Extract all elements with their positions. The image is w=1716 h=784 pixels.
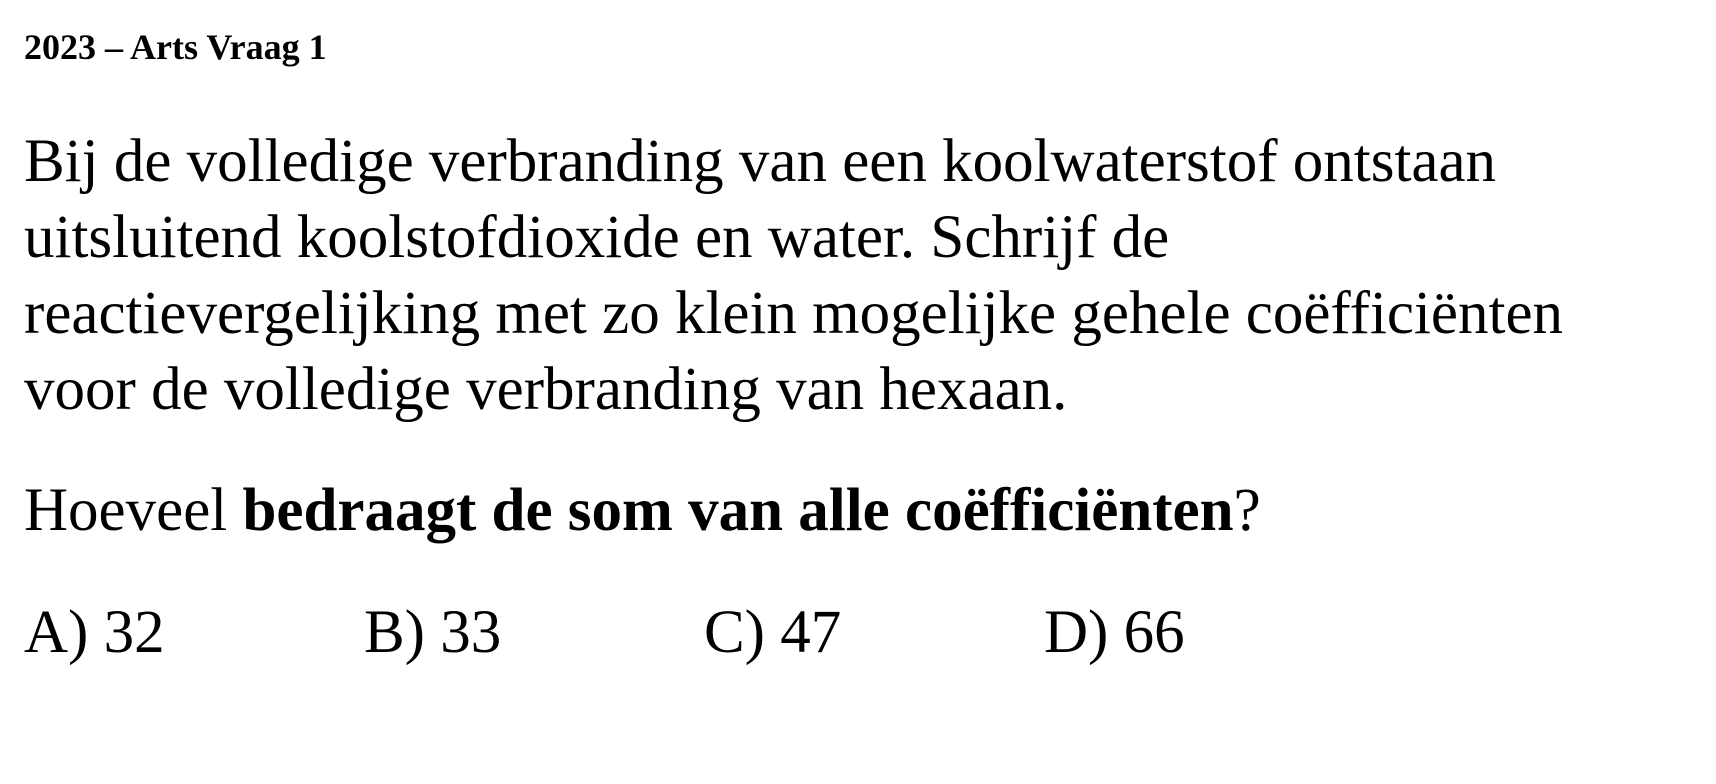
text-line: Bij de volledige verbranding van een koo… (24, 128, 1497, 195)
text-line: voor de volledige verbranding van hexaan… (24, 356, 1068, 423)
option-b: B) 33 (364, 599, 502, 666)
prompt-suffix: ? (1233, 477, 1261, 544)
option-d: D) 66 (1044, 599, 1185, 666)
prompt-prefix: Hoeveel (24, 477, 243, 544)
question-title: 2023 – Arts Vraag 1 (24, 27, 327, 67)
prompt-bold: bedraagt de som van alle coëfficiënten (242, 477, 1234, 544)
option-a: A) 32 (24, 599, 165, 666)
option-c: C) 47 (704, 599, 842, 666)
text-line: reactievergelijking met zo klein mogelij… (24, 280, 1564, 347)
question-prompt: Hoeveel bedraagt de som van alle coëffic… (24, 476, 1261, 546)
text-line: uitsluitend koolstofdioxide en water. Sc… (24, 204, 1170, 271)
question-text: Bij de volledige verbranding van een koo… (24, 124, 1563, 428)
